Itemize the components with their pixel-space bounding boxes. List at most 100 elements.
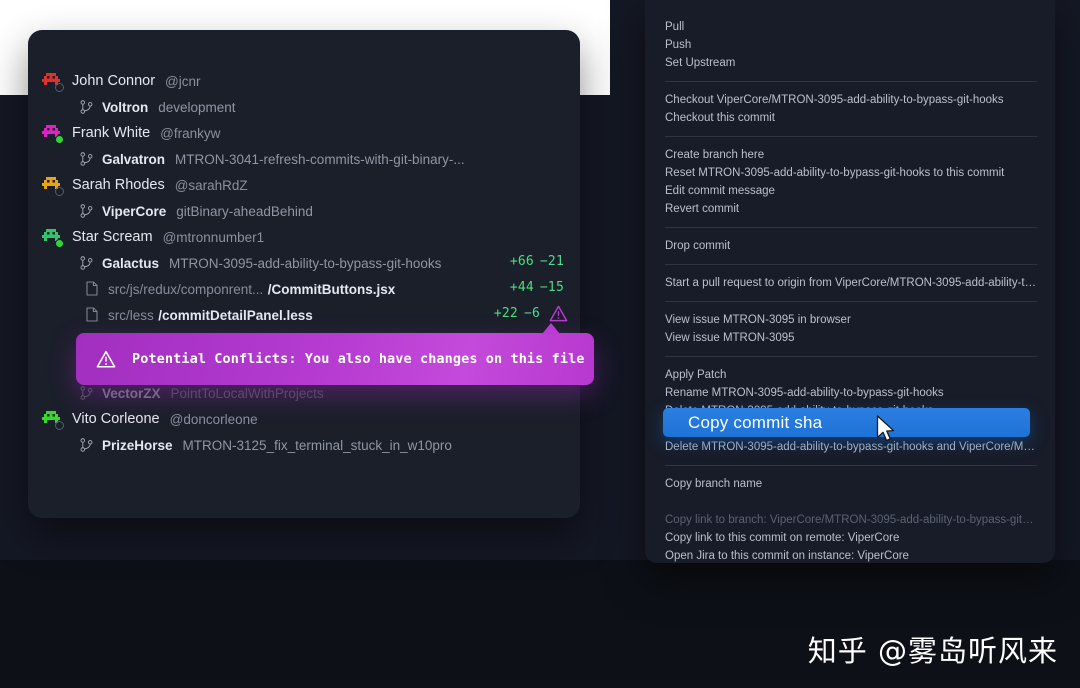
menu-item[interactable]: Set Upstream: [645, 54, 1055, 72]
user-handle: @mtronnumber1: [162, 229, 265, 245]
menu-item[interactable]: Checkout this commit: [645, 109, 1055, 127]
menu-item[interactable]: Create branch here: [645, 146, 1055, 164]
menu-item[interactable]: Edit commit message: [645, 182, 1055, 200]
user-name: Sarah Rhodes: [72, 177, 165, 193]
user-name: Vito Corleone: [72, 411, 160, 427]
branch-name: Voltron: [102, 99, 149, 115]
commit-graph-branch-row[interactable]: ViperCore gitBinary-aheadBehind: [28, 198, 580, 224]
commit-context-menu[interactable]: Pull Push Set Upstream Checkout ViperCore/M…: [645, 0, 1055, 563]
diff-additions: +22: [493, 306, 518, 321]
watermark: 知乎 @雾岛听风来: [807, 634, 1058, 668]
branch-icon: [80, 100, 93, 114]
file-name: /CommitButtons.jsx: [267, 281, 396, 297]
presence-dot: [55, 421, 64, 430]
menu-item[interactable]: Pull: [645, 18, 1055, 36]
menu-item[interactable]: Copy link to this commit on remote: Vipe…: [645, 529, 1055, 547]
diff-stats: +66 −21: [510, 254, 564, 269]
branch-description: PointToLocalWithProjects: [170, 385, 324, 401]
branch-icon: [80, 386, 93, 400]
menu-separator: [665, 264, 1037, 265]
branch-description: gitBinary-aheadBehind: [176, 203, 313, 219]
diff-deletions: −15: [539, 280, 564, 295]
menu-item[interactable]: Start a pull request to origin from Vipe…: [645, 274, 1055, 292]
branch-name: ViperCore: [102, 203, 167, 219]
conflict-tooltip-arrow: [542, 323, 560, 334]
commit-graph-branch-row[interactable]: PrizeHorse MTRON-3125_fix_terminal_stuck_…: [28, 432, 580, 458]
menu-item[interactable]: Push: [645, 36, 1055, 54]
presence-dot: [55, 187, 64, 196]
file-name: /commitDetailPanel.less: [158, 307, 313, 323]
diff-deletions: −21: [539, 254, 564, 269]
user-handle: @frankyw: [160, 125, 221, 141]
menu-item[interactable]: Copy link to branch: ViperCore/MTRON-309…: [645, 511, 1055, 529]
mouse-cursor-icon: [876, 415, 895, 442]
presence-dot: [55, 135, 64, 144]
presence-dot: [55, 83, 64, 92]
branch-icon: [80, 438, 93, 452]
file-icon: [86, 281, 98, 296]
menu-item[interactable]: Delete MTRON-3095-add-ability-to-bypass-…: [645, 438, 1055, 456]
user-handle: @doncorleone: [169, 411, 258, 427]
branch-name: Galvatron: [102, 151, 166, 167]
menu-separator: [665, 301, 1037, 302]
diff-stats: +44 −15: [510, 280, 564, 295]
diff-additions: +66: [509, 254, 534, 269]
diff-deletions: −6: [523, 306, 540, 321]
commit-graph-branch-row[interactable]: Galvatron MTRON-3041-refresh-commits-with…: [28, 146, 580, 172]
commit-graph-file-row[interactable]: src/less /commitDetailPanel.less +22 −6: [28, 302, 580, 328]
menu-item[interactable]: Rename MTRON-3095-add-ability-to-bypass-…: [645, 384, 1055, 402]
menu-separator: [665, 227, 1037, 228]
branch-description: development: [158, 99, 236, 115]
avatar: [42, 123, 64, 144]
file-conflict-warning-icon[interactable]: [549, 305, 568, 322]
menu-item[interactable]: Apply Patch: [645, 366, 1055, 384]
commit-graph-file-row[interactable]: src/js/redux/componrent... /CommitButton…: [28, 276, 580, 302]
menu-item-copy-commit-sha-label: Copy commit sha: [688, 412, 823, 432]
user-name: John Connor: [72, 73, 156, 89]
commit-graph-branch-row[interactable]: Galactus MTRON-3095-add-ability-to-bypass…: [28, 250, 580, 276]
commit-graph-user-row[interactable]: Vito Corleone @doncorleone: [28, 406, 580, 432]
branch-name: Galactus: [102, 255, 160, 271]
screenshot-stage: John Connor @jcnr Voltron development Frank …: [0, 0, 1080, 688]
diff-additions: +44: [509, 280, 534, 295]
file-path: src/less: [108, 307, 154, 323]
commit-graph-user-row[interactable]: Frank White @frankyw: [28, 120, 580, 146]
branch-name: VectorZX: [102, 385, 161, 401]
user-name: Star Scream: [72, 229, 153, 245]
context-menu-body: Pull Push Set Upstream Checkout ViperCore/M…: [645, 18, 1055, 563]
user-handle: @sarahRdZ: [174, 177, 248, 193]
diff-stats: +22 −6: [494, 306, 540, 321]
commit-graph-panel: John Connor @jcnr Voltron development Frank …: [28, 30, 580, 518]
commit-graph-user-row[interactable]: Sarah Rhodes @sarahRdZ: [28, 172, 580, 198]
menu-item[interactable]: View issue MTRON-3095: [645, 329, 1055, 347]
branch-icon: [80, 152, 93, 166]
conflict-tooltip-text: Potential Conflicts: You also have chang…: [132, 351, 585, 367]
branch-icon: [80, 204, 93, 218]
branch-description: MTRON-3125_fix_terminal_stuck_in_w10pro: [182, 437, 452, 453]
menu-item[interactable]: Copy branch name: [645, 475, 1055, 493]
avatar: [42, 175, 64, 196]
menu-item[interactable]: Checkout ViperCore/MTRON-3095-add-abilit…: [645, 91, 1055, 109]
menu-item[interactable]: Open Jira to this commit on instance: Vi…: [645, 547, 1055, 563]
user-name: Frank White: [72, 125, 151, 141]
avatar: [42, 409, 64, 430]
warning-triangle-icon: [96, 350, 116, 368]
menu-separator: [665, 136, 1037, 137]
conflict-tooltip: Potential Conflicts: You also have chang…: [76, 333, 594, 385]
commit-graph-row-list: John Connor @jcnr Voltron development Frank …: [28, 68, 580, 458]
menu-item[interactable]: Drop commit: [645, 237, 1055, 255]
commit-graph-user-row[interactable]: Star Scream @mtronnumber1: [28, 224, 580, 250]
avatar: [42, 71, 64, 92]
commit-graph-user-row[interactable]: John Connor @jcnr: [28, 68, 580, 94]
menu-item[interactable]: Reset MTRON-3095-add-ability-to-bypass-g…: [645, 164, 1055, 182]
menu-item[interactable]: Revert commit: [645, 200, 1055, 218]
file-path: src/js/redux/componrent...: [108, 281, 264, 297]
menu-separator: [665, 356, 1037, 357]
branch-icon: [80, 256, 93, 270]
menu-separator: [665, 81, 1037, 82]
menu-item[interactable]: View issue MTRON-3095 in browser: [645, 311, 1055, 329]
commit-graph-branch-row[interactable]: Voltron development: [28, 94, 580, 120]
menu-item-copy-commit-sha[interactable]: Copy commit sha: [663, 408, 1030, 437]
presence-dot: [55, 239, 64, 248]
avatar: [42, 227, 64, 248]
